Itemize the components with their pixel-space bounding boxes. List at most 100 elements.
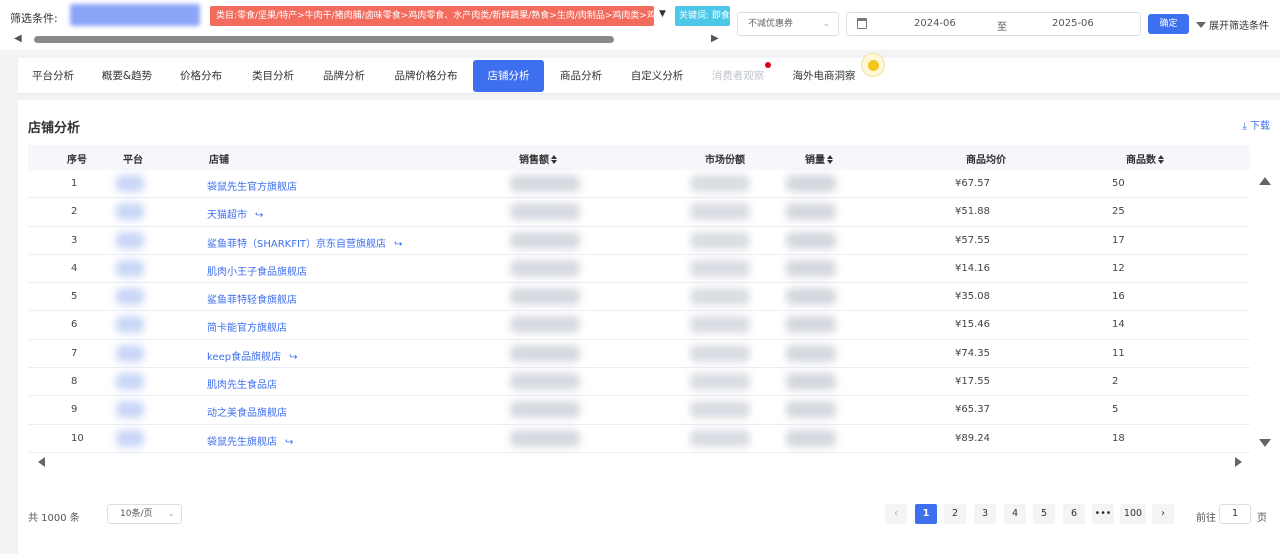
filter-bar: 筛选条件: 类目:零食/坚果/特产>牛肉干/猪肉脯/卤味零食>鸡肉零食、水产肉类…: [0, 0, 1280, 50]
col-product-count[interactable]: 商品数: [1126, 151, 1164, 166]
sun-icon[interactable]: [861, 53, 885, 77]
product-count: 12: [1112, 262, 1125, 274]
table-vertical-scrollbar[interactable]: [1258, 177, 1272, 447]
confirm-button[interactable]: 确定: [1148, 14, 1189, 34]
col-shop: 店铺: [209, 155, 229, 166]
chevron-down-icon: ⌄: [167, 509, 175, 519]
shop-link[interactable]: keep食品旗舰店 ↪: [207, 348, 297, 363]
table-row: 6 简卡能官方旗舰店 ¥15.46 14: [28, 311, 1250, 340]
col-volume[interactable]: 销量: [805, 151, 833, 166]
shop-link[interactable]: 鲨鱼菲特轻食旗舰店: [207, 291, 297, 306]
filter-label: 筛选条件:: [10, 12, 58, 25]
shop-link[interactable]: 天猫超市 ↪: [207, 206, 263, 221]
platform-redacted: [116, 288, 144, 306]
product-count: 2: [1112, 376, 1119, 388]
avg-price: ¥57.55: [955, 234, 990, 246]
tab-category-analysis[interactable]: 类目分析: [242, 60, 304, 92]
date-start[interactable]: 2024-06: [914, 18, 956, 29]
col-platform: 平台: [123, 155, 143, 166]
tab-brand-price-distribution[interactable]: 品牌价格分布: [386, 60, 466, 92]
external-link-icon[interactable]: ↪: [394, 239, 402, 250]
share-redacted: [690, 288, 750, 306]
caret-down-icon[interactable]: ▼: [659, 9, 666, 19]
tab-price-distribution[interactable]: 价格分布: [170, 60, 232, 92]
download-button[interactable]: ⤓ 下载: [1242, 117, 1270, 132]
date-end[interactable]: 2025-06: [1052, 18, 1094, 29]
tab-brand-analysis[interactable]: 品牌分析: [313, 60, 375, 92]
platform-redacted: [116, 175, 144, 192]
expand-filter-button[interactable]: 展开筛选条件: [1196, 17, 1269, 32]
keyword-filter-tag[interactable]: 关键词: 即食: [675, 6, 730, 26]
shop-link[interactable]: 简卡能官方旗舰店: [207, 319, 287, 334]
sort-icon[interactable]: [551, 155, 557, 164]
scrollbar-thumb[interactable]: [34, 36, 614, 43]
goto-suffix: 页: [1257, 513, 1267, 524]
product-count: 17: [1112, 234, 1125, 246]
scroll-right-icon[interactable]: ▶: [711, 33, 719, 45]
shop-name: 袋鼠先生旗舰店: [207, 436, 277, 448]
sales-redacted: [510, 203, 580, 221]
platform-redacted: [116, 203, 144, 221]
total-count: 共 1000 条: [28, 513, 80, 524]
sort-icon[interactable]: [1158, 155, 1164, 164]
category-filter-tag[interactable]: 类目:零食/坚果/特产>牛肉干/猪肉脯/卤味零食>鸡肉零食、水产肉类/新鲜蔬果/…: [210, 6, 654, 26]
page-2[interactable]: 2: [944, 504, 966, 524]
table-row: 7 keep食品旗舰店 ↪ ¥74.35 11: [28, 340, 1250, 369]
page-6[interactable]: 6: [1063, 504, 1085, 524]
date-range-picker[interactable]: 2024-06 至 2025-06: [846, 12, 1141, 36]
sort-icon[interactable]: [827, 155, 833, 164]
row-index: 3: [71, 234, 78, 246]
page-100[interactable]: 100: [1120, 504, 1146, 524]
external-link-icon[interactable]: ↪: [285, 437, 293, 448]
coupon-select-value: 不减优惠券: [748, 19, 794, 29]
shop-analysis-panel: 店铺分析 ⤓ 下载 序号 平台 店铺 销售额 市场份额 销量 商品均价 商品数 …: [18, 100, 1280, 554]
filter-horizontal-scrollbar[interactable]: ◀ ▶: [14, 33, 722, 45]
share-redacted: [690, 203, 750, 221]
tab-overview-trend[interactable]: 概要&趋势: [95, 60, 159, 92]
goto-page-input[interactable]: 1: [1219, 504, 1251, 524]
scroll-up-icon[interactable]: [1259, 177, 1271, 185]
tab-overseas-ecommerce[interactable]: 海外电商洞察: [784, 60, 864, 92]
shop-link[interactable]: 肌肉先生食品店: [207, 376, 277, 391]
sales-redacted: [510, 401, 580, 419]
tab-consumer-insight[interactable]: 消费者观察: [702, 60, 774, 92]
scroll-left-icon[interactable]: [38, 457, 45, 467]
external-link-icon[interactable]: ↪: [255, 210, 263, 221]
filter-value-redacted[interactable]: [70, 4, 200, 26]
row-index: 2: [71, 206, 78, 218]
shop-link[interactable]: 动之美食品旗舰店: [207, 404, 287, 419]
more-pages-icon[interactable]: •••: [1092, 504, 1114, 524]
funnel-icon: [1196, 22, 1206, 28]
avg-price: ¥65.37: [955, 404, 990, 416]
shop-link[interactable]: 肌肉小王子食品旗舰店: [207, 263, 307, 278]
tab-platform-analysis[interactable]: 平台分析: [22, 60, 84, 92]
external-link-icon[interactable]: ↪: [289, 352, 297, 363]
product-count: 25: [1112, 206, 1125, 218]
page-3[interactable]: 3: [974, 504, 996, 524]
page-5[interactable]: 5: [1033, 504, 1055, 524]
tab-shop-analysis[interactable]: 店铺分析: [473, 60, 544, 92]
shop-link[interactable]: 鲨鱼菲特（SHARKFIT）京东自营旗舰店 ↪: [207, 235, 402, 250]
col-sales[interactable]: 销售额: [519, 151, 557, 166]
tab-custom-analysis[interactable]: 自定义分析: [621, 60, 693, 92]
shop-link[interactable]: 袋鼠先生旗舰店 ↪: [207, 433, 293, 448]
page-size-select[interactable]: 10条/页 ⌄: [107, 504, 182, 524]
tab-product-analysis[interactable]: 商品分析: [550, 60, 612, 92]
next-page-button[interactable]: ›: [1152, 504, 1174, 524]
row-index: 7: [71, 347, 78, 359]
scroll-down-icon[interactable]: [1259, 439, 1271, 447]
shop-link[interactable]: 袋鼠先生官方旗舰店: [207, 178, 297, 193]
row-index: 5: [71, 291, 78, 303]
col-sales-label: 销售额: [519, 155, 549, 166]
page-1[interactable]: 1: [915, 504, 937, 524]
sales-redacted: [510, 316, 580, 334]
sales-redacted: [510, 288, 580, 306]
page-4[interactable]: 4: [1004, 504, 1026, 524]
share-redacted: [690, 373, 750, 391]
coupon-select[interactable]: 不减优惠券 ⌄: [737, 12, 839, 36]
scroll-right-icon[interactable]: [1235, 457, 1242, 467]
scroll-left-icon[interactable]: ◀: [14, 33, 22, 45]
prev-page-button[interactable]: ‹: [885, 504, 907, 524]
volume-redacted: [786, 203, 836, 221]
platform-redacted: [116, 429, 144, 447]
